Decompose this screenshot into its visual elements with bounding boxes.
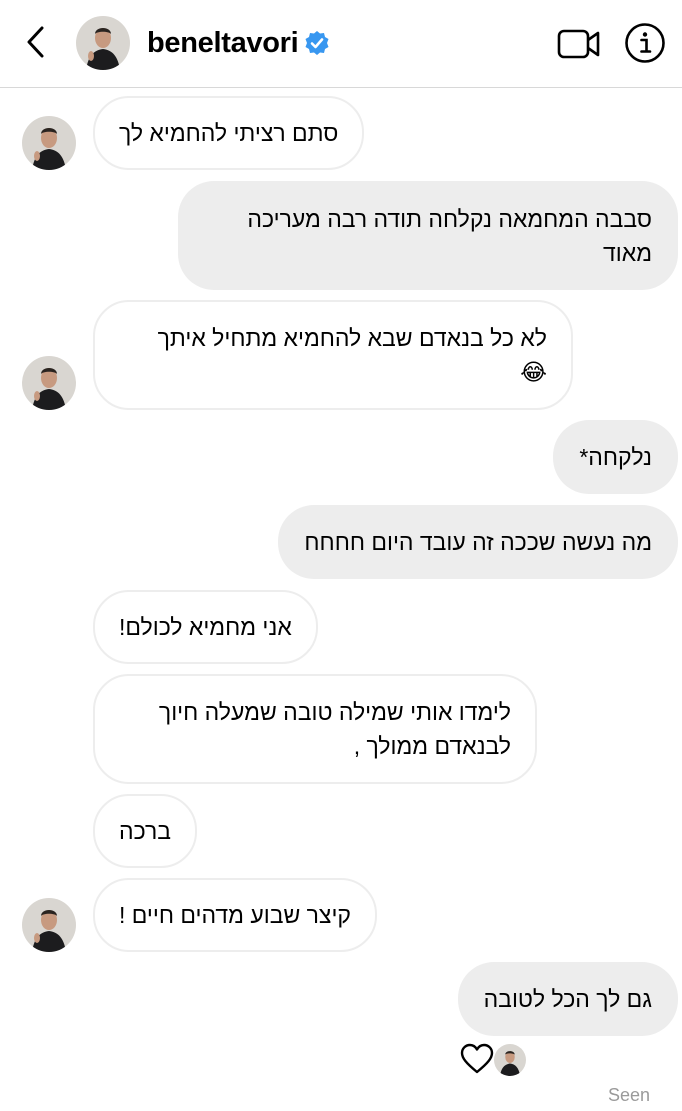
- message-bubble-outgoing[interactable]: נלקחה*: [553, 420, 678, 494]
- message-text: לא כל בנאדם שבא להחמיא מתחיל איתך: [157, 325, 547, 351]
- message-bubble-incoming[interactable]: סתם רציתי להחמיא לך: [93, 96, 365, 170]
- laughing-emoji-icon: 😂: [520, 359, 547, 385]
- heart-outline-icon[interactable]: [460, 1043, 494, 1075]
- message-bubble-incoming[interactable]: אני מחמיא לכולם!: [93, 590, 318, 664]
- message-bubble-outgoing[interactable]: מה נעשה שככה זה עובד היום חחחח: [278, 505, 678, 579]
- message-bubble-incoming[interactable]: לימדו אותי שמילה טובה שמעלה חיוך לבנאדם …: [93, 674, 537, 784]
- avatar[interactable]: [22, 116, 76, 170]
- avatar[interactable]: [76, 16, 130, 70]
- avatar: [494, 1044, 526, 1076]
- message-bubble-outgoing[interactable]: סבבה המחמאה נקלחה תודה רבה מעריכה מאוד: [178, 181, 678, 290]
- message-bubble-incoming[interactable]: ברכה: [93, 794, 198, 868]
- message-text: אני מחמיא לכולם!: [119, 614, 292, 640]
- message-text: לימדו אותי שמילה טובה שמעלה חיוך: [158, 699, 511, 725]
- verified-badge-icon: [305, 31, 329, 55]
- chat-header: beneltavori: [0, 0, 682, 88]
- message-text: גם לך הכל לטובה: [483, 986, 652, 1012]
- message-bubble-incoming[interactable]: קיצר שבוע מדהים חיים !: [93, 878, 377, 952]
- message-text: מאוד: [603, 239, 652, 266]
- avatar[interactable]: [22, 356, 76, 410]
- video-camera-icon[interactable]: [557, 24, 601, 64]
- message-bubble-outgoing[interactable]: גם לך הכל לטובה: [457, 962, 678, 1036]
- chevron-left-icon[interactable]: [18, 22, 54, 62]
- message-text: ברכה: [119, 818, 172, 844]
- info-icon[interactable]: [624, 22, 666, 64]
- message-text: קיצר שבוע מדהים חיים !: [119, 902, 351, 928]
- chat-username[interactable]: beneltavori: [147, 24, 299, 62]
- message-text: מה נעשה שככה זה עובד היום חחחח: [304, 529, 652, 555]
- message-text: סתם רציתי להחמיא לך: [119, 120, 339, 146]
- message-text: נלקחה*: [579, 444, 652, 470]
- avatar[interactable]: [22, 898, 76, 952]
- message-text: סבבה המחמאה נקלחה תודה רבה מעריכה: [247, 205, 652, 232]
- message-text: לבנאדם ממולך ,: [353, 733, 511, 759]
- message-bubble-incoming[interactable]: לא כל בנאדם שבא להחמיא מתחיל איתך 😂: [93, 300, 573, 410]
- seen-status: Seen: [607, 1085, 650, 1105]
